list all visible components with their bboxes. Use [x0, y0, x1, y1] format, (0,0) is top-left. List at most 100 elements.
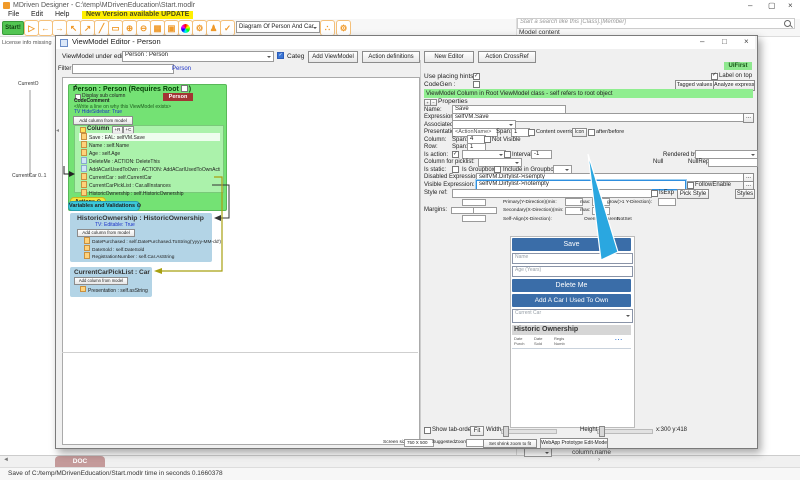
collapse-arrow-icon[interactable]: ◂ [56, 128, 59, 135]
variables-section[interactable]: Variables and Validations ⊙ [68, 201, 140, 211]
tagged-value-link[interactable]: TV HideSidebar: True [74, 110, 122, 116]
dialog-minimize-button[interactable]: – [700, 38, 704, 46]
tree-row-save[interactable]: Save : EAL: selfVM.Save [79, 133, 220, 141]
historic-add-column-button[interactable]: Add column from model [77, 229, 135, 238]
preview-add-car-button[interactable]: Add A Car I Used To Own [512, 294, 631, 307]
grow-input[interactable] [658, 198, 676, 206]
menu-file[interactable]: File [8, 11, 19, 19]
width-slider-thumb[interactable] [503, 426, 509, 437]
line-tool-icon[interactable]: ╱ [94, 20, 109, 36]
margin-right-input[interactable] [473, 207, 497, 215]
zoom-in-icon[interactable]: ⊕ [122, 20, 137, 36]
picklist-add-column-button[interactable]: Add column from model [74, 277, 128, 285]
tree-row-deleteme[interactable]: DeleteMe : ACTION: DeleteThis [79, 157, 220, 165]
historic-row-registrationnumber[interactable]: RegistrationNumber : self.Car.AsString [82, 252, 174, 261]
back-icon[interactable]: ← [38, 20, 53, 36]
shrink-zoom-button[interactable]: Set shrink zoom to fit [483, 439, 537, 448]
menu-edit[interactable]: Edit [31, 11, 43, 19]
preview-delete-button[interactable]: Delete Me [512, 279, 631, 292]
use-placing-hints-checkbox[interactable] [473, 73, 480, 80]
margin-left-input[interactable] [451, 207, 475, 215]
secondary-max-input[interactable] [592, 207, 610, 215]
content-override-checkbox[interactable] [528, 129, 535, 136]
picklist-row-presentation[interactable]: Presentation : self.asString [78, 286, 148, 295]
webapp-prototype-button[interactable]: WebApp Prototype Edit-Mode [540, 438, 608, 449]
tree-row-age[interactable]: Age : self.Age [79, 149, 220, 157]
width-slider[interactable] [501, 429, 557, 434]
add-viewmodel-button[interactable]: Add ViewModel [308, 51, 358, 63]
settings-gear-icon[interactable]: ⚙ [336, 20, 351, 36]
diagram-selector[interactable]: Diagram Of Person And Car [236, 21, 320, 33]
is-static-checkbox[interactable] [452, 166, 459, 173]
show-tab-order-checkbox[interactable] [424, 427, 431, 434]
height-slider[interactable] [597, 429, 653, 434]
tab-doc[interactable]: DOC [55, 456, 105, 467]
maximize-button[interactable]: ▢ [768, 2, 776, 10]
preview-col-datepurch[interactable]: DatePurch [514, 337, 524, 347]
styles-button[interactable]: Styles [735, 189, 755, 199]
margin-bottom-input[interactable] [462, 215, 486, 223]
person-class-badge[interactable]: Person [163, 93, 193, 101]
action-crossref-button[interactable]: Action CrossRef [478, 51, 536, 63]
color-wheel-icon[interactable] [178, 20, 193, 36]
dialog-close-button[interactable]: × [744, 38, 749, 46]
pointer-add-icon[interactable]: ↗ [80, 20, 95, 36]
tree-row-addacar[interactable]: AddACarIUsedToOwn : ACTION: AddACarIUsed… [79, 165, 220, 173]
expression-ellipsis-button[interactable]: ... [743, 113, 754, 123]
is-action-checkbox[interactable] [452, 151, 459, 158]
start-button[interactable]: Start! [2, 21, 24, 35]
run-icon[interactable]: ▷ [24, 20, 39, 36]
search-icon[interactable] [784, 20, 791, 27]
historic-tagged-value-link[interactable]: TV: Editable: True [95, 223, 135, 229]
preview-more-button[interactable]: ... [615, 336, 623, 343]
margin-top-input[interactable] [462, 199, 486, 207]
preview-col-regnumber[interactable]: RegisNumb [554, 337, 565, 347]
height-slider-thumb[interactable] [599, 426, 605, 437]
check-icon[interactable]: ✓ [220, 20, 235, 36]
search-input[interactable]: Start a search like this [Class].[Member… [517, 18, 795, 29]
person-link[interactable]: Person [172, 66, 191, 73]
codegen-checkbox[interactable] [473, 81, 480, 88]
tree-row-name[interactable]: Name : self.Name [79, 141, 220, 149]
scroll-right-icon[interactable]: › [598, 457, 600, 464]
tree-row-currentcarpicklist[interactable]: CurrentCarPickList : Car.allInstances [79, 181, 220, 189]
update-banner[interactable]: New Version available UPDATE [82, 11, 193, 19]
dialog-titlebar[interactable] [56, 36, 755, 49]
action-definitions-button[interactable]: Action definitions [362, 51, 420, 63]
gear-add-icon[interactable]: ⚙ [192, 20, 207, 36]
label-on-top-checkbox[interactable] [711, 73, 718, 80]
preview-save-button[interactable]: Save [512, 238, 631, 251]
viewmodel-select[interactable]: Person : Person [122, 51, 274, 62]
pointer-icon[interactable]: ↖ [66, 20, 81, 36]
follow-enable-checkbox[interactable] [687, 182, 694, 189]
interval-input[interactable]: -1 [531, 150, 552, 159]
preview-name-input[interactable]: Name [512, 253, 633, 264]
nullrep-input[interactable] [708, 158, 758, 167]
pane-splitter[interactable] [420, 60, 421, 443]
menu-help[interactable]: Help [55, 11, 69, 19]
background-combo[interactable] [524, 448, 552, 457]
dialog-maximize-button[interactable]: □ [722, 38, 727, 46]
tree-row-historicownership[interactable]: HistoricOwnership : self.HistoricOwnersh… [79, 189, 220, 196]
isexp-checkbox[interactable] [651, 190, 658, 197]
tree-row-currentcar[interactable]: CurrentCar : self.CurrentCar [79, 173, 220, 181]
minimize-button[interactable]: – [748, 2, 752, 10]
fit-button[interactable]: Fit [470, 426, 484, 436]
zoom-out-icon[interactable]: ⊖ [136, 20, 151, 36]
categ-checkbox[interactable] [277, 52, 284, 59]
person-icon[interactable]: ♟ [206, 20, 221, 36]
preview-age-input[interactable]: Age (Years) [512, 266, 633, 277]
filter-input[interactable] [72, 64, 174, 74]
pick-style-button[interactable]: Pick Style [677, 189, 709, 199]
forward-icon[interactable]: → [52, 20, 67, 36]
screen-size-input[interactable]: 750 X 500 [404, 439, 434, 447]
requires-root-checkbox[interactable] [181, 85, 188, 92]
grid-icon[interactable]: ▦ [150, 20, 165, 36]
scroll-left-icon[interactable]: ◄ [3, 457, 9, 464]
copy-view-icon[interactable]: ▣ [164, 20, 179, 36]
style-ref-input[interactable] [452, 189, 652, 198]
collapse-icon[interactable]: − [430, 99, 437, 106]
share-icon[interactable]: ∴ [320, 20, 335, 36]
close-button[interactable]: × [788, 2, 793, 10]
preview-col-datesold[interactable]: DateSold [534, 337, 542, 347]
